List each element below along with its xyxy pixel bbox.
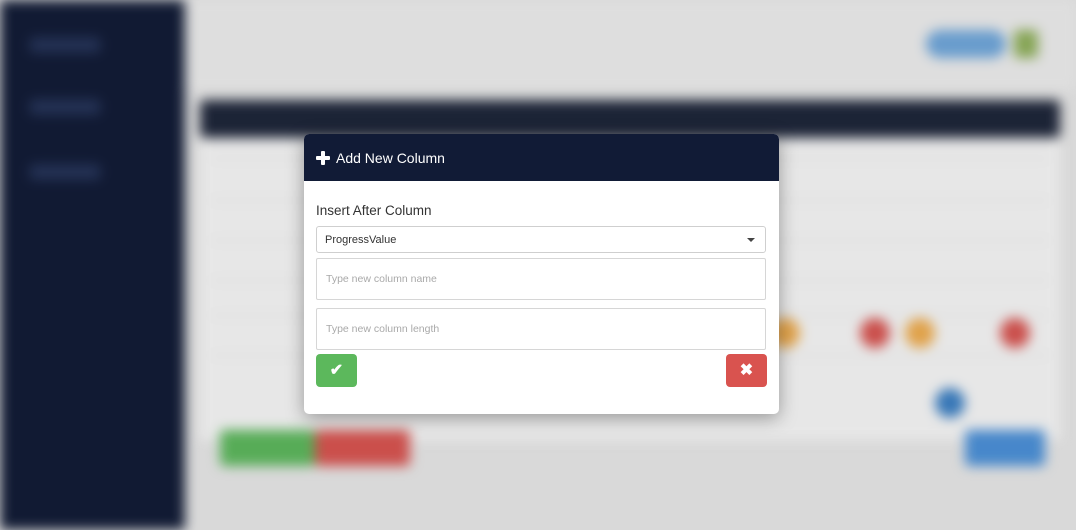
confirm-button[interactable]: ✔ xyxy=(316,354,357,387)
modal-body: Insert After Column ProgressValue ✔ ✖ xyxy=(304,181,779,388)
cancel-button[interactable]: ✖ xyxy=(726,354,767,387)
insert-after-selected-value: ProgressValue xyxy=(325,233,397,246)
modal-title: Add New Column xyxy=(336,149,445,166)
times-icon: ✖ xyxy=(739,361,754,379)
checkmark-icon: ✔ xyxy=(329,361,344,379)
insert-after-label: Insert After Column xyxy=(316,203,432,218)
insert-after-select[interactable]: ProgressValue xyxy=(316,226,766,253)
add-column-modal: Add New Column Insert After Column Progr… xyxy=(304,134,779,414)
column-name-input[interactable] xyxy=(316,258,766,300)
caret-down-icon xyxy=(747,237,755,242)
plus-icon xyxy=(316,150,330,165)
modal-header: Add New Column xyxy=(304,134,779,181)
column-length-input[interactable] xyxy=(316,308,766,350)
modal-actions: ✔ ✖ xyxy=(316,354,767,388)
